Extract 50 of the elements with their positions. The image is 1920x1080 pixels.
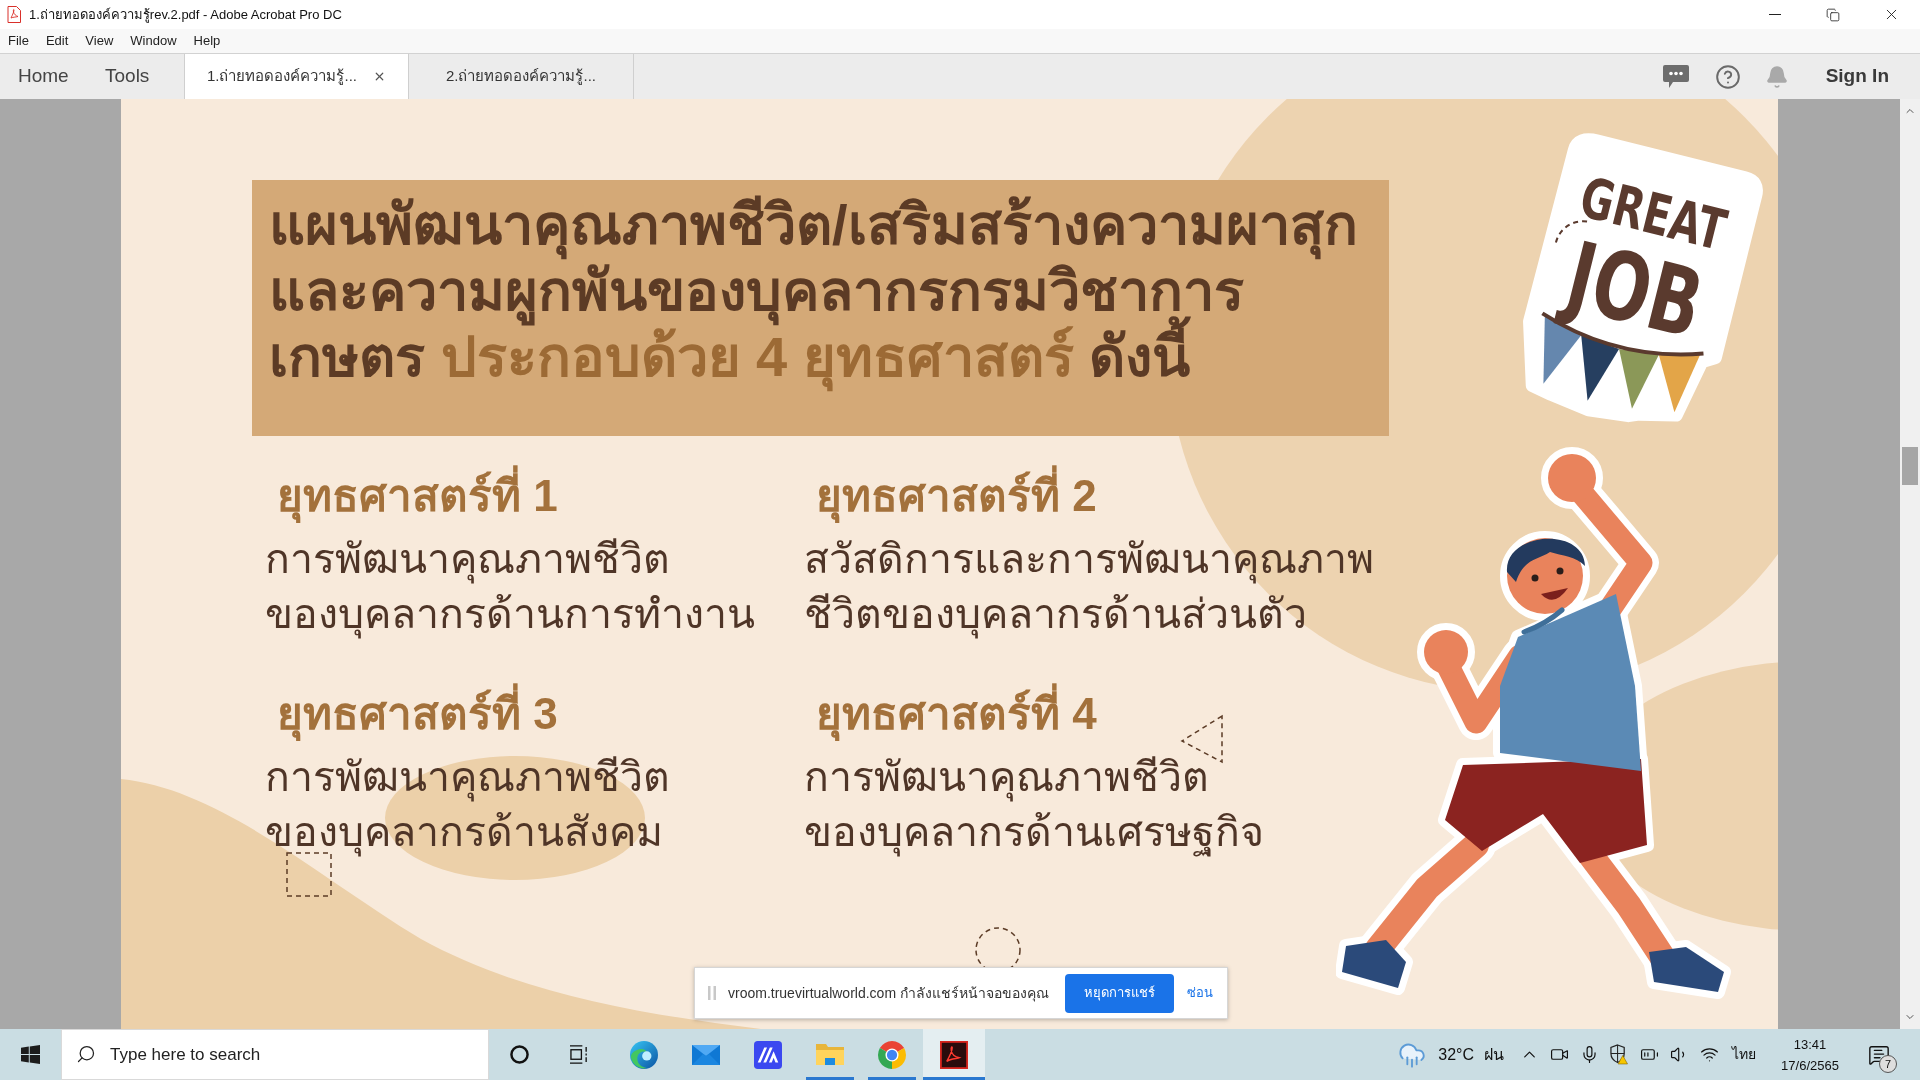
nav-tab[interactable]: Home (0, 54, 88, 99)
app-logo-icon (754, 1040, 782, 1069)
menu-item[interactable]: File (8, 31, 29, 51)
folder-icon (816, 1044, 844, 1065)
strategy-description: การพัฒนาคุณภาพชีวิต ของบุคลากรด้านเศรษฐกิจ (804, 753, 1264, 859)
scrollbar-thumb[interactable] (1902, 447, 1918, 485)
stop-sharing-button[interactable]: หยุดการแชร์ (1065, 973, 1174, 1013)
help-icon[interactable] (1714, 63, 1741, 90)
minimize-icon (1769, 14, 1781, 15)
drag-handle-icon[interactable] (708, 986, 716, 1000)
tab-label: 2.ถ่ายทอดองค์ความรู้... (446, 66, 596, 87)
weather-condition[interactable]: ฝน (1484, 1042, 1504, 1067)
menu-item[interactable]: Help (193, 31, 221, 51)
chrome-browser-icon (878, 1040, 906, 1069)
notification-count-badge: 7 (1879, 1055, 1897, 1073)
circle-icon (509, 1045, 529, 1064)
strategy-description: สวัสดิการและการพัฒนาคุณภาพ ชีวิตของบุคลากรด้านส่วนตัว (804, 535, 1374, 641)
edge-browser-icon (630, 1040, 658, 1069)
share-message: vroom.truevirtualworld.com กำลังแชร์หน้าจอของคุณ (728, 983, 1049, 1004)
strategy-description: การพัฒนาคุณภาพชีวิต ของบุคลากรด้านสังคม (265, 753, 670, 859)
windows-logo-icon (21, 1045, 40, 1064)
clock-time[interactable]: 13:41 (1793, 1033, 1827, 1055)
scrollbar[interactable] (1900, 99, 1920, 1029)
comment-icon[interactable] (1662, 65, 1689, 88)
nav-tab[interactable]: Tools (88, 54, 184, 99)
search-icon (76, 1044, 96, 1064)
sign-in-button[interactable]: Sign In (1825, 62, 1889, 91)
hide-link[interactable]: ซ่อน (1187, 983, 1213, 1003)
restore-icon (1826, 7, 1840, 22)
input-language[interactable]: ไทย (1724, 1044, 1764, 1065)
taskbar-search-field[interactable]: Type here to search (61, 1029, 489, 1080)
action-center-icon[interactable] (1868, 1043, 1890, 1066)
pdf-reader-icon (940, 1040, 968, 1069)
menu-item[interactable]: View (85, 31, 114, 51)
document-tab[interactable]: 1.ถ่ายทอดองค์ความรู้... (184, 54, 409, 99)
weather-temperature[interactable]: 32°C (1438, 1042, 1474, 1067)
task-view-icon (568, 1045, 590, 1064)
menu-item[interactable]: Window (130, 31, 177, 51)
window-title: 1.ถ่ายทอดองค์ความรู้rev.2.pdf - Adobe Acrobat Pro DC (29, 5, 342, 25)
clock-date[interactable]: 17/6/2565 (1781, 1054, 1839, 1076)
wifi-icon[interactable] (1699, 1045, 1719, 1064)
tab-label: 1.ถ่ายทอดองค์ความรู้... (207, 66, 357, 87)
mail-icon (692, 1044, 720, 1065)
strategy-description: การพัฒนาคุณภาพชีวิต ของบุคลากรด้านการทำงาน (265, 535, 755, 641)
poster-heading: แผนพัฒนาคุณภาพชีวิต/เสริมสร้างความผาสุก และความผูกพันของบุคลากรกรมวิชาการ เกษตร ประกอบด้วย 4 ยุทธศาสตร์ ดังนี้ (269, 192, 1389, 390)
pdf-file-icon (7, 6, 21, 23)
taskbar-app-button[interactable] (923, 1029, 985, 1080)
close-tab-icon[interactable] (373, 70, 386, 83)
menu-item[interactable]: Edit (45, 31, 69, 51)
security-shield-icon[interactable] (1610, 1044, 1628, 1065)
